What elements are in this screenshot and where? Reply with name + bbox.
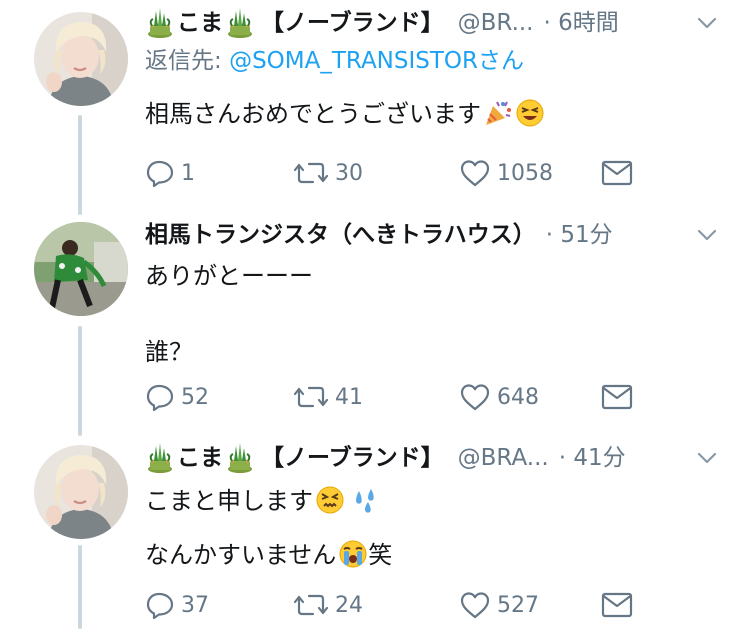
- heart-outline-icon: [459, 382, 491, 412]
- avatar[interactable]: [34, 222, 128, 316]
- tweet-text: こまと申します なんかすいません 笑: [145, 483, 730, 573]
- speech-bubble-icon: [145, 158, 175, 188]
- kadomatsu-emoji-icon: [145, 7, 175, 39]
- reply-button[interactable]: 52: [145, 382, 293, 412]
- action-bar: 52 41 648: [145, 379, 633, 415]
- reply-to-suffix[interactable]: さん: [478, 48, 524, 74]
- timestamp[interactable]: · 51分: [546, 216, 613, 254]
- tweet-text: ありがとーーー 誰？: [145, 258, 730, 370]
- like-button[interactable]: 648: [459, 382, 601, 412]
- display-name-text: こま: [177, 10, 223, 36]
- chevron-down-icon[interactable]: [696, 226, 718, 244]
- tweet-text-line: こまと申します: [145, 483, 730, 519]
- display-name-bracket: 【ノーブランド】: [261, 10, 444, 36]
- retweet-button[interactable]: 30: [293, 158, 459, 188]
- retweet-button[interactable]: 24: [293, 590, 459, 620]
- heart-outline-icon: [459, 158, 491, 188]
- tweet-text-segment: こまと申します: [145, 487, 313, 515]
- envelope-icon: [601, 591, 633, 619]
- tweet-text-line: なんかすいません 笑: [145, 537, 730, 573]
- tweet[interactable]: こま 【ノーブランド】 @BR... · 6時間 返信先: @SOMA_TRAN…: [0, 0, 750, 205]
- user-handle[interactable]: @BR...: [458, 4, 534, 42]
- reply-count: 1: [181, 160, 195, 186]
- speech-bubble-icon: [145, 382, 175, 412]
- kadomatsu-emoji-icon: [225, 442, 255, 474]
- retweet-arrows-icon: [293, 158, 329, 188]
- like-count: 527: [497, 592, 539, 618]
- direct-message-button[interactable]: [601, 159, 633, 187]
- retweet-count: 41: [335, 384, 363, 410]
- action-bar: 1 30 1058: [145, 155, 633, 191]
- speech-bubble-icon: [145, 590, 175, 620]
- retweet-count: 24: [335, 592, 363, 618]
- display-name[interactable]: 相馬トランジスタ（へきトラハウス）: [145, 216, 536, 254]
- avatar[interactable]: [34, 12, 128, 106]
- kadomatsu-emoji-icon: [225, 7, 255, 39]
- action-bar: 37 24 527: [145, 587, 633, 623]
- tweet-text: 相馬さんおめでとうございます: [145, 96, 730, 132]
- reply-to-line: 返信先: @SOMA_TRANSISTORさん: [145, 44, 730, 78]
- reply-count: 52: [181, 384, 209, 410]
- chevron-down-icon[interactable]: [696, 449, 718, 467]
- retweet-count: 30: [335, 160, 363, 186]
- reply-to-prefix: 返信先:: [145, 48, 230, 74]
- like-count: 648: [497, 384, 539, 410]
- display-name-bracket: 【ノーブランド】: [261, 445, 444, 471]
- envelope-icon: [601, 159, 633, 187]
- reply-button[interactable]: 1: [145, 158, 293, 188]
- tweet-text-segment: なんかすいません: [145, 541, 337, 569]
- direct-message-button[interactable]: [601, 591, 633, 619]
- reply-count: 37: [181, 592, 209, 618]
- display-name-text: こま: [177, 445, 223, 471]
- sweat-droplets-emoji-icon: [356, 489, 374, 513]
- like-count: 1058: [497, 160, 553, 186]
- like-button[interactable]: 527: [459, 590, 601, 620]
- loudly-crying-face-emoji-icon: [339, 540, 367, 568]
- tweet-text-line: 誰？: [145, 338, 193, 366]
- direct-message-button[interactable]: [601, 383, 633, 411]
- reply-to-mention[interactable]: @SOMA_TRANSISTOR: [229, 48, 478, 74]
- retweet-arrows-icon: [293, 382, 329, 412]
- display-name[interactable]: こま 【ノーブランド】: [145, 439, 444, 477]
- tweet-text-line: ありがとーーー: [145, 262, 313, 290]
- like-button[interactable]: 1058: [459, 158, 601, 188]
- kadomatsu-emoji-icon: [145, 442, 175, 474]
- timestamp[interactable]: · 41分: [559, 439, 626, 477]
- timestamp[interactable]: · 6時間: [544, 4, 619, 42]
- tweet-text-line: 相馬さんおめでとうございます: [145, 100, 481, 128]
- retweet-button[interactable]: 41: [293, 382, 459, 412]
- user-handle[interactable]: @BRA...: [458, 439, 549, 477]
- heart-outline-icon: [459, 590, 491, 620]
- tweet[interactable]: 相馬トランジスタ（へきトラハウス） · 51分 ありがとーーー 誰？ 52 41…: [0, 212, 750, 427]
- retweet-arrows-icon: [293, 590, 329, 620]
- display-name[interactable]: こま 【ノーブランド】: [145, 4, 444, 42]
- tweet[interactable]: こま 【ノーブランド】 @BRA... · 41分 こまと申します なんかすいま…: [0, 435, 750, 629]
- avatar[interactable]: [34, 445, 128, 539]
- tweet-text-segment: 笑: [368, 541, 393, 569]
- party-popper-emoji-icon: [486, 101, 511, 125]
- envelope-icon: [601, 383, 633, 411]
- chevron-down-icon[interactable]: [696, 14, 718, 32]
- grinning-squinting-emoji-icon: [516, 99, 544, 127]
- reply-button[interactable]: 37: [145, 590, 293, 620]
- confounded-face-emoji-icon: [316, 486, 344, 514]
